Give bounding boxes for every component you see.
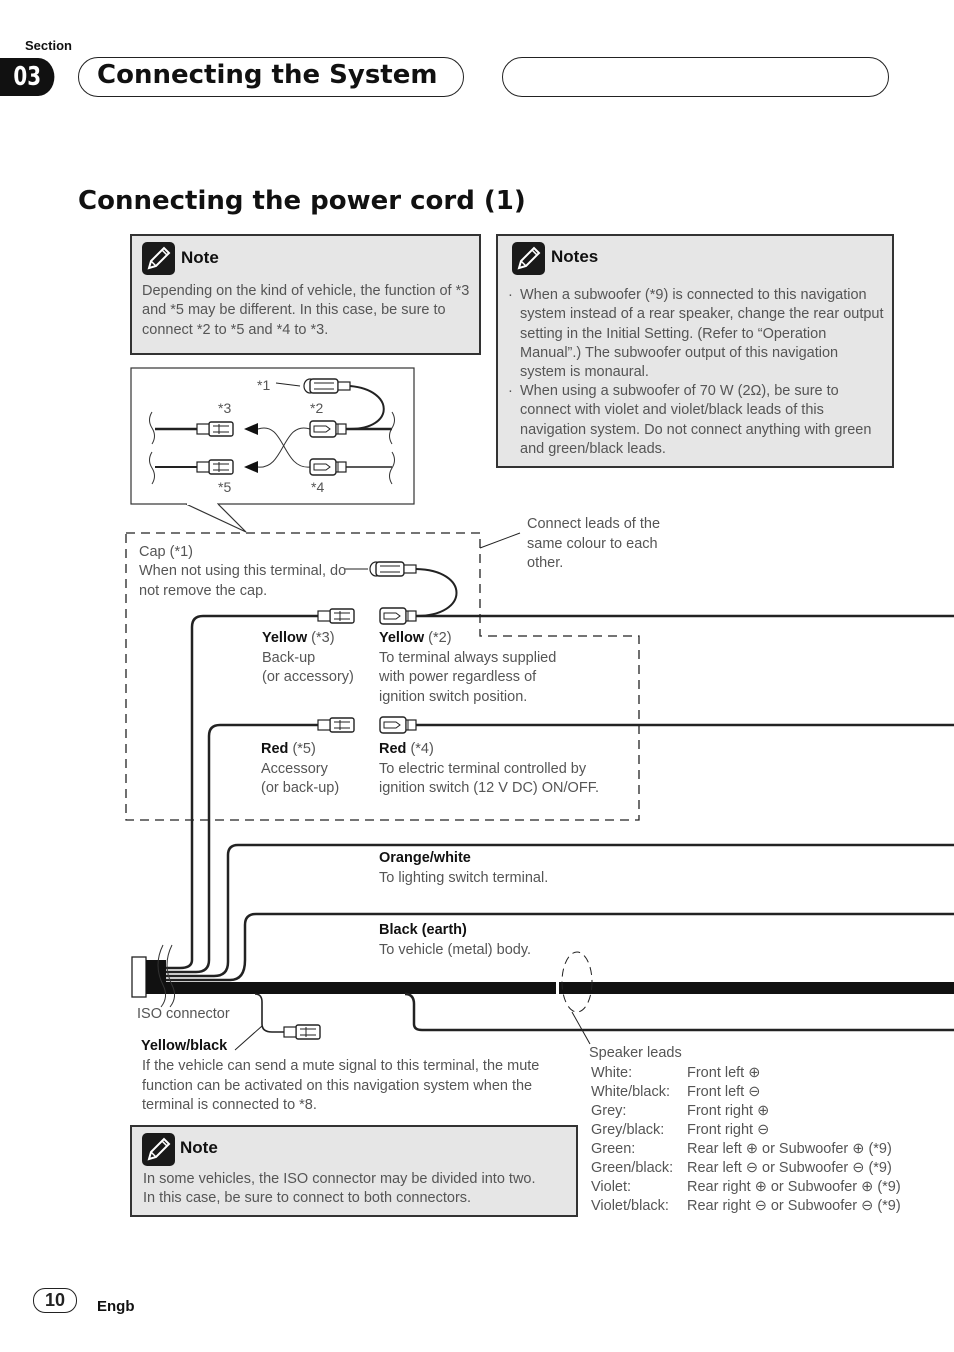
speaker-lead-function: Front right ⊖ (687, 1121, 770, 1138)
speaker-lead-color: Violet: (591, 1179, 632, 1196)
note-box-bottom: Note In some vehicles, the ISO connector… (130, 1125, 578, 1217)
cap-text: When not using this terminal, do not rem… (139, 563, 347, 599)
speaker-leads-title: Speaker leads (589, 1045, 682, 1061)
note-text: In this case, be sure to connect to both… (143, 1190, 472, 1206)
speaker-lead-branch (404, 992, 954, 1032)
speaker-lead-color: White: (591, 1064, 633, 1081)
speaker-lead-color: Green/black: (591, 1159, 674, 1176)
cap-title: Cap (*1) (139, 544, 193, 560)
iso-connector (131, 944, 954, 1008)
speaker-lead-function: Rear left ⊖ or Subwoofer ⊖ (*9) (687, 1159, 892, 1176)
speaker-lead-row: Violet/black: Rear right ⊖ or Subwoofer ⊖… (591, 1197, 901, 1216)
speaker-lead-row: Grey: Front right ⊕ (591, 1102, 901, 1121)
inset-label: *5 (218, 479, 231, 495)
pencil-note-icon (142, 1133, 175, 1166)
speaker-leads-rows: White: Front left ⊕ White/black: Front left… (591, 1064, 901, 1217)
inset-connector-diagram: *1 *2 *3 *4 *5 (130, 367, 415, 533)
speaker-lead-color: Grey: (591, 1102, 627, 1119)
speaker-lead-row: Green/black: Rear left ⊖ or Subwoofer ⊖ (… (591, 1159, 901, 1178)
speaker-lead-function: Front right ⊕ (687, 1102, 770, 1119)
speaker-lead-row: Violet: Rear right ⊕ or Subwoofer ⊕ (*9) (591, 1178, 901, 1197)
speaker-lead-function: Rear left ⊕ or Subwoofer ⊕ (*9) (687, 1140, 892, 1157)
note-text: In some vehicles, the ISO connector may … (143, 1171, 536, 1187)
yellow3-label: Yellow (*3) Back-up (or accessory) (262, 630, 354, 685)
speaker-leads-list: Speaker leads White: Front left ⊕ White/bl… (589, 1044, 901, 1216)
speaker-lead-function: Rear right ⊕ or Subwoofer ⊕ (*9) (687, 1179, 901, 1196)
callout-leader (479, 532, 521, 549)
iso-connector-label: ISO connector (137, 1006, 230, 1022)
inset-label: *2 (310, 400, 323, 416)
page-number: 10 (33, 1288, 77, 1313)
speaker-lead-row: Grey/black: Front right ⊖ (591, 1121, 901, 1140)
speaker-lead-row: White: Front left ⊕ (591, 1064, 901, 1083)
orange-white-label: Orange/white To lighting switch terminal… (379, 850, 549, 886)
yellow2-label: Yellow (*2) To terminal always supplied … (379, 630, 557, 705)
inset-label: *1 (257, 377, 270, 393)
speaker-lead-color: Green: (591, 1140, 636, 1157)
note-title: Note (180, 1138, 218, 1157)
yellow-black-title: Yellow/black (141, 1038, 228, 1054)
orange-white-lead (226, 843, 954, 962)
red5-label: Red (*5) Accessory (or back-up) (261, 741, 340, 796)
speaker-lead-function: Front left ⊕ (687, 1064, 761, 1081)
yellow-black-lead (234, 993, 321, 1051)
language-code: Engb (97, 1298, 135, 1315)
speaker-lead-row: White/black: Front left ⊖ (591, 1083, 901, 1102)
connect-same-colour-callout: Connect leads of the same colour to each… (527, 516, 661, 571)
speaker-lead-color: Violet/black: (591, 1198, 669, 1215)
speaker-lead-function: Rear right ⊖ or Subwoofer ⊖ (*9) (687, 1198, 901, 1215)
speaker-lead-row: Green: Rear left ⊕ or Subwoofer ⊕ (*9) (591, 1140, 901, 1159)
yellow-black-text: If the vehicle can send a mute signal to… (142, 1058, 540, 1113)
black-earth-label: Black (earth) To vehicle (metal) body. (379, 922, 532, 958)
speaker-lead-function: Front left ⊖ (687, 1083, 761, 1100)
inset-label: *3 (218, 400, 231, 416)
speaker-lead-color: White/black: (591, 1083, 670, 1100)
speaker-lead-color: Grey/black: (591, 1121, 665, 1138)
inset-label: *4 (311, 479, 324, 495)
black-earth-lead (243, 912, 954, 960)
red4-label: Red (*4) To electric terminal controlled… (379, 741, 599, 796)
